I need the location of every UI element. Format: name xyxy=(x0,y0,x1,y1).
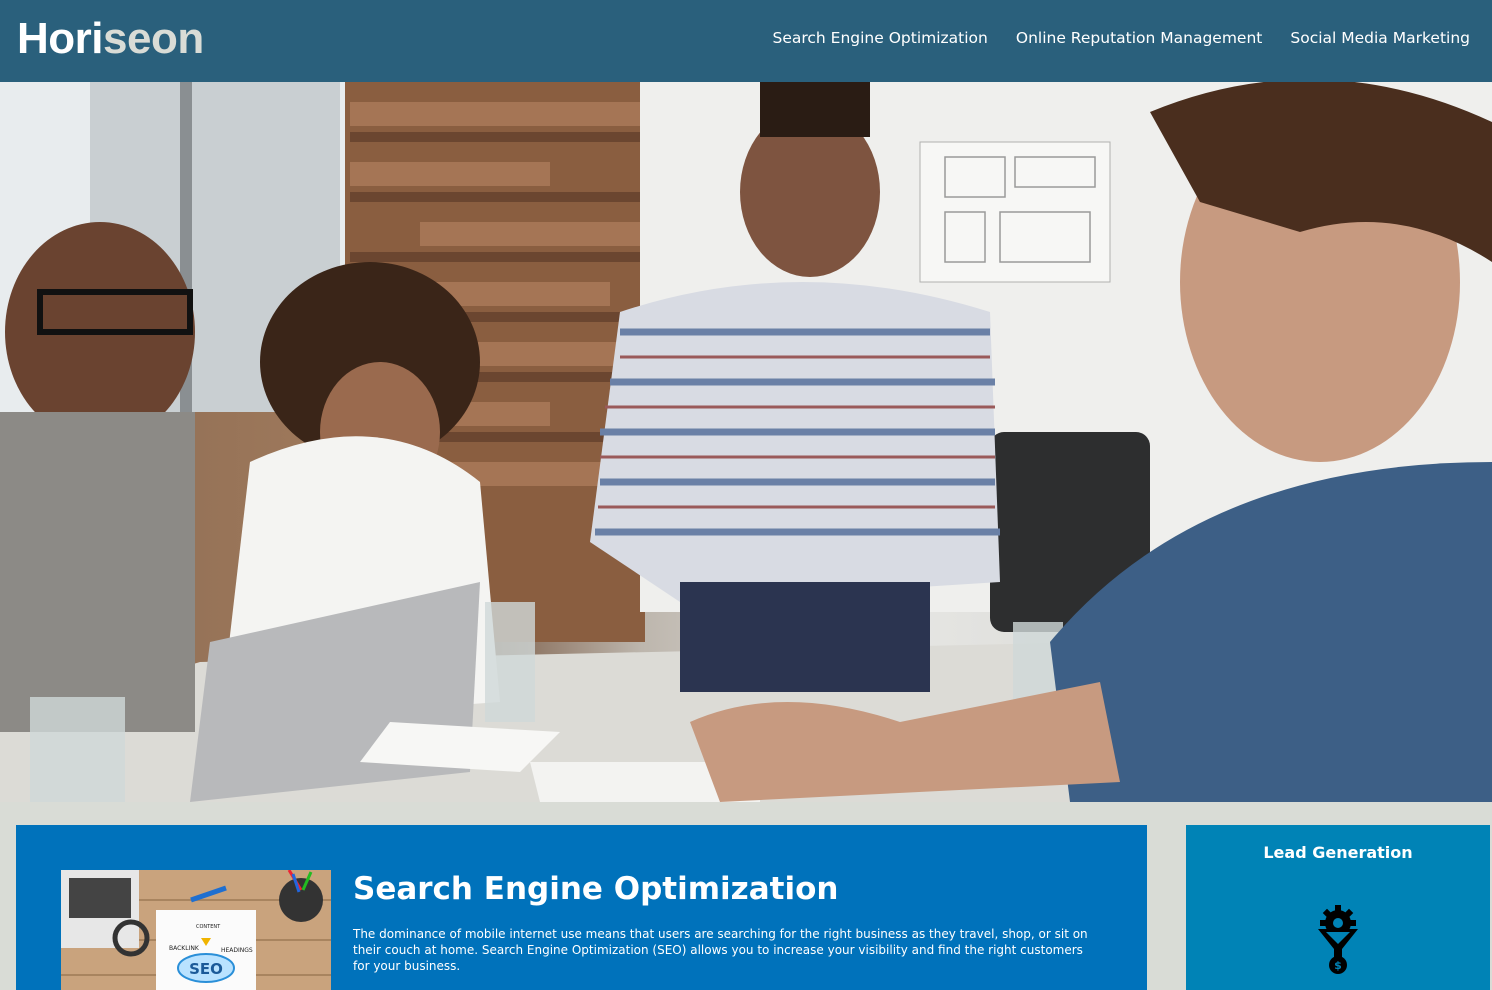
seo-description: The dominance of mobile internet use mea… xyxy=(353,927,1088,973)
nav-link-reputation[interactable]: Online Reputation Management xyxy=(1016,26,1263,50)
nav-link-seo[interactable]: Search Engine Optimization xyxy=(772,26,987,50)
hero-image xyxy=(0,82,1492,802)
seo-image-content-text: CONTENT xyxy=(196,924,221,930)
site-logo[interactable]: Horiseon xyxy=(17,14,204,64)
lead-generation-heading: Lead Generation xyxy=(1263,843,1413,862)
seo-image-backlink-text: BACKLINK xyxy=(169,945,200,952)
seo-section: SEO BACKLINK CONTENT HEADINGS Search Eng… xyxy=(16,825,1147,990)
nav-link-social[interactable]: Social Media Marketing xyxy=(1290,26,1470,50)
site-header: Horiseon Search Engine Optimization Onli… xyxy=(0,0,1492,82)
svg-text:$: $ xyxy=(1334,959,1342,972)
seo-heading: Search Engine Optimization xyxy=(353,871,839,907)
main-nav: Search Engine Optimization Online Reputa… xyxy=(772,26,1470,50)
seo-image: SEO BACKLINK CONTENT HEADINGS xyxy=(61,870,331,990)
seo-illustration: SEO BACKLINK CONTENT HEADINGS xyxy=(61,870,331,990)
seo-image-seo-text: SEO xyxy=(189,960,223,978)
seo-image-headings-text: HEADINGS xyxy=(221,947,253,954)
logo-text-seon: seon xyxy=(103,14,204,63)
lead-generation-box: Lead Generation $ xyxy=(1186,825,1490,990)
hero-photo-illustration xyxy=(0,82,1492,802)
lead-generation-funnel-icon: $ xyxy=(1316,905,1360,979)
logo-text-hori: Hori xyxy=(17,14,104,63)
